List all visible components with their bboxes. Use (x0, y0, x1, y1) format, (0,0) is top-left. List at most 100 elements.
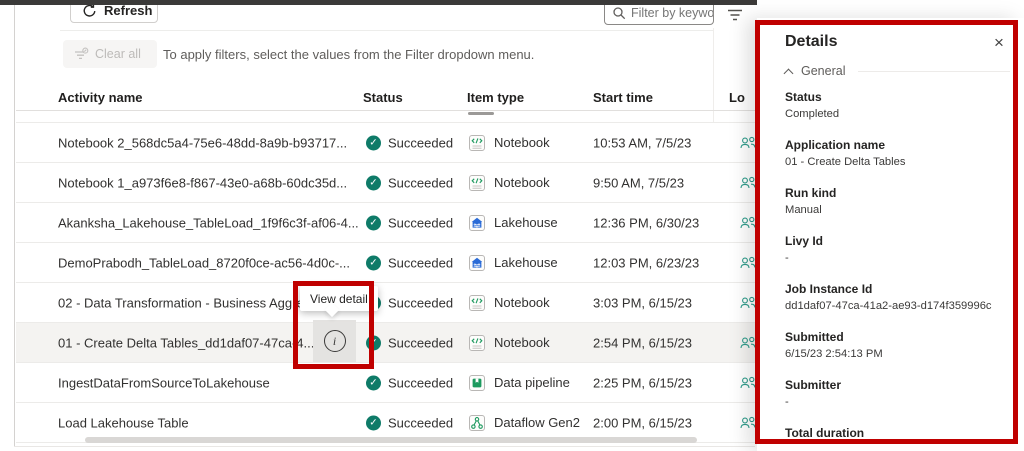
field-label: Total duration (785, 426, 1010, 440)
status-label: Succeeded (388, 375, 453, 390)
activity-table: Notebook 2_568dc5a4-75e6-48dd-8a9b-b9371… (16, 122, 755, 443)
detail-field: Run kind Manual (785, 186, 1010, 218)
table-row[interactable]: Notebook 2_568dc5a4-75e6-48dd-8a9b-b9371… (16, 122, 755, 162)
notebook-icon (468, 134, 486, 152)
chevron-up-icon (784, 68, 794, 78)
detail-field: Job Instance Id dd1daf07-47ca-41a2-ae93-… (785, 282, 1010, 314)
field-value: dd1daf07-47ca-41a2-ae93-d174f359996c (785, 299, 1010, 314)
item-type-label: Data pipeline (494, 375, 570, 390)
table-row[interactable]: Notebook 1_a973f6e8-f867-43e0-a68b-60dc3… (16, 162, 755, 202)
monitoring-hub-page: Refresh Clear all To apply filters, sele… (0, 0, 1024, 451)
column-header-location[interactable]: Lo (729, 90, 745, 105)
column-header-status[interactable]: Status (363, 90, 403, 105)
clear-all-button[interactable]: Clear all (63, 40, 157, 68)
item-type-cell: Data pipeline (468, 374, 570, 392)
activity-name[interactable]: Notebook 1_a973f6e8-f867-43e0-a68b-60dc3… (58, 175, 347, 190)
status-label: Succeeded (388, 175, 453, 190)
table-row[interactable]: DemoPrabodh_TableLoad_8720f0ce-ac56-4d0c… (16, 242, 755, 282)
detail-field: Total duration (785, 426, 1010, 443)
general-section-label: General (801, 64, 845, 78)
page-left-border (14, 5, 15, 446)
search-icon (612, 6, 626, 20)
header-divider (16, 110, 755, 111)
item-type-label: Lakehouse (494, 255, 558, 270)
field-label: Job Instance Id (785, 282, 1010, 296)
status-label: Succeeded (388, 215, 453, 230)
status-cell: ✓ Succeeded (366, 135, 453, 150)
close-icon[interactable]: × (988, 32, 1010, 54)
item-type-cell: Notebook (468, 334, 550, 352)
item-type-cell: Dataflow Gen2 (468, 414, 580, 432)
status-cell: ✓ Succeeded (366, 415, 453, 430)
field-label: Run kind (785, 186, 1010, 200)
people-icon (738, 253, 758, 273)
horizontal-scrollbar-thumb[interactable] (85, 437, 697, 443)
table-row[interactable]: Load Lakehouse Table ✓ Succeeded Dataflo… (16, 402, 755, 442)
info-icon: i (324, 330, 346, 352)
start-time: 2:54 PM, 6/15/23 (593, 335, 692, 350)
keyword-filter-input[interactable] (631, 6, 714, 20)
mini-scrollbar-thumb[interactable] (468, 112, 494, 115)
detail-field: Submitter - (785, 378, 1010, 410)
item-type-cell: Notebook (468, 134, 550, 152)
detail-field: Status Completed (785, 90, 1010, 122)
details-panel: Details × General Status Completed Appli… (757, 18, 1024, 451)
view-detail-button[interactable]: i (313, 320, 356, 362)
table-row[interactable]: 02 - Data Transformation - Business Aggr… (16, 282, 755, 322)
start-time: 10:53 AM, 7/5/23 (593, 135, 691, 150)
item-type-cell: Lakehouse (468, 254, 558, 272)
item-type-cell: Lakehouse (468, 214, 558, 232)
refresh-icon (82, 3, 97, 18)
clear-filter-icon (73, 47, 89, 62)
field-label: Application name (785, 138, 1010, 152)
status-cell: ✓ Succeeded (366, 215, 453, 230)
tooltip-label: View detail (310, 292, 368, 306)
toolbar-divider (60, 30, 713, 31)
succeeded-icon: ✓ (366, 215, 381, 230)
succeeded-icon: ✓ (366, 175, 381, 190)
activity-name[interactable]: Notebook 2_568dc5a4-75e6-48dd-8a9b-b9371… (58, 135, 347, 150)
view-detail-tooltip: View detail (300, 286, 378, 311)
status-label: Succeeded (388, 135, 453, 150)
table-row-selected[interactable]: 01 - Create Delta Tables_dd1daf07-47ca-4… (16, 322, 755, 362)
data-pipeline-icon (468, 374, 486, 392)
column-header-activity-name[interactable]: Activity name (58, 90, 143, 105)
activity-name[interactable]: DemoPrabodh_TableLoad_8720f0ce-ac56-4d0c… (58, 255, 350, 270)
item-type-label: Lakehouse (494, 215, 558, 230)
detail-field: Livy Id - (785, 234, 1010, 266)
succeeded-icon: ✓ (366, 255, 381, 270)
succeeded-icon: ✓ (366, 375, 381, 390)
field-value: - (785, 395, 1010, 410)
item-type-label: Notebook (494, 295, 550, 310)
field-label: Status (785, 90, 1010, 104)
item-type-label: Notebook (494, 335, 550, 350)
status-cell: ✓ Succeeded (366, 375, 453, 390)
details-fields: Status Completed Application name 01 - C… (785, 90, 1010, 443)
status-label: Succeeded (388, 255, 453, 270)
section-divider (858, 71, 1010, 72)
table-row[interactable]: Akanksha_Lakehouse_TableLoad_1f9f6c3f-af… (16, 202, 755, 242)
activity-name[interactable]: 02 - Data Transformation - Business Aggr… (58, 295, 315, 310)
window-top-strip (0, 0, 757, 5)
field-label: Livy Id (785, 234, 1010, 248)
activity-name[interactable]: Load Lakehouse Table (58, 415, 189, 430)
column-header-start-time[interactable]: Start time (593, 90, 653, 105)
details-panel-title: Details (785, 32, 1010, 52)
item-type-label: Notebook (494, 175, 550, 190)
field-value: 6/15/23 2:54:13 PM (785, 347, 1010, 362)
table-row[interactable]: IngestDataFromSourceToLakehouse ✓ Succee… (16, 362, 755, 402)
activity-name[interactable]: 01 - Create Delta Tables_dd1daf07-47ca-4… (58, 335, 314, 350)
status-label: Succeeded (388, 415, 453, 430)
column-header-item-type[interactable]: Item type (467, 90, 524, 105)
succeeded-icon: ✓ (366, 415, 381, 430)
page-bottom-border (14, 446, 755, 447)
activity-name[interactable]: Akanksha_Lakehouse_TableLoad_1f9f6c3f-af… (58, 215, 358, 230)
status-cell: ✓ Succeeded (366, 255, 453, 270)
detail-field: Application name 01 - Create Delta Table… (785, 138, 1010, 170)
start-time: 3:03 PM, 6/15/23 (593, 295, 692, 310)
filter-icon[interactable] (727, 6, 747, 24)
item-type-cell: Notebook (468, 294, 550, 312)
activity-name[interactable]: IngestDataFromSourceToLakehouse (58, 375, 270, 390)
field-label: Submitted (785, 330, 1010, 344)
general-section-toggle[interactable]: General (785, 64, 1010, 78)
